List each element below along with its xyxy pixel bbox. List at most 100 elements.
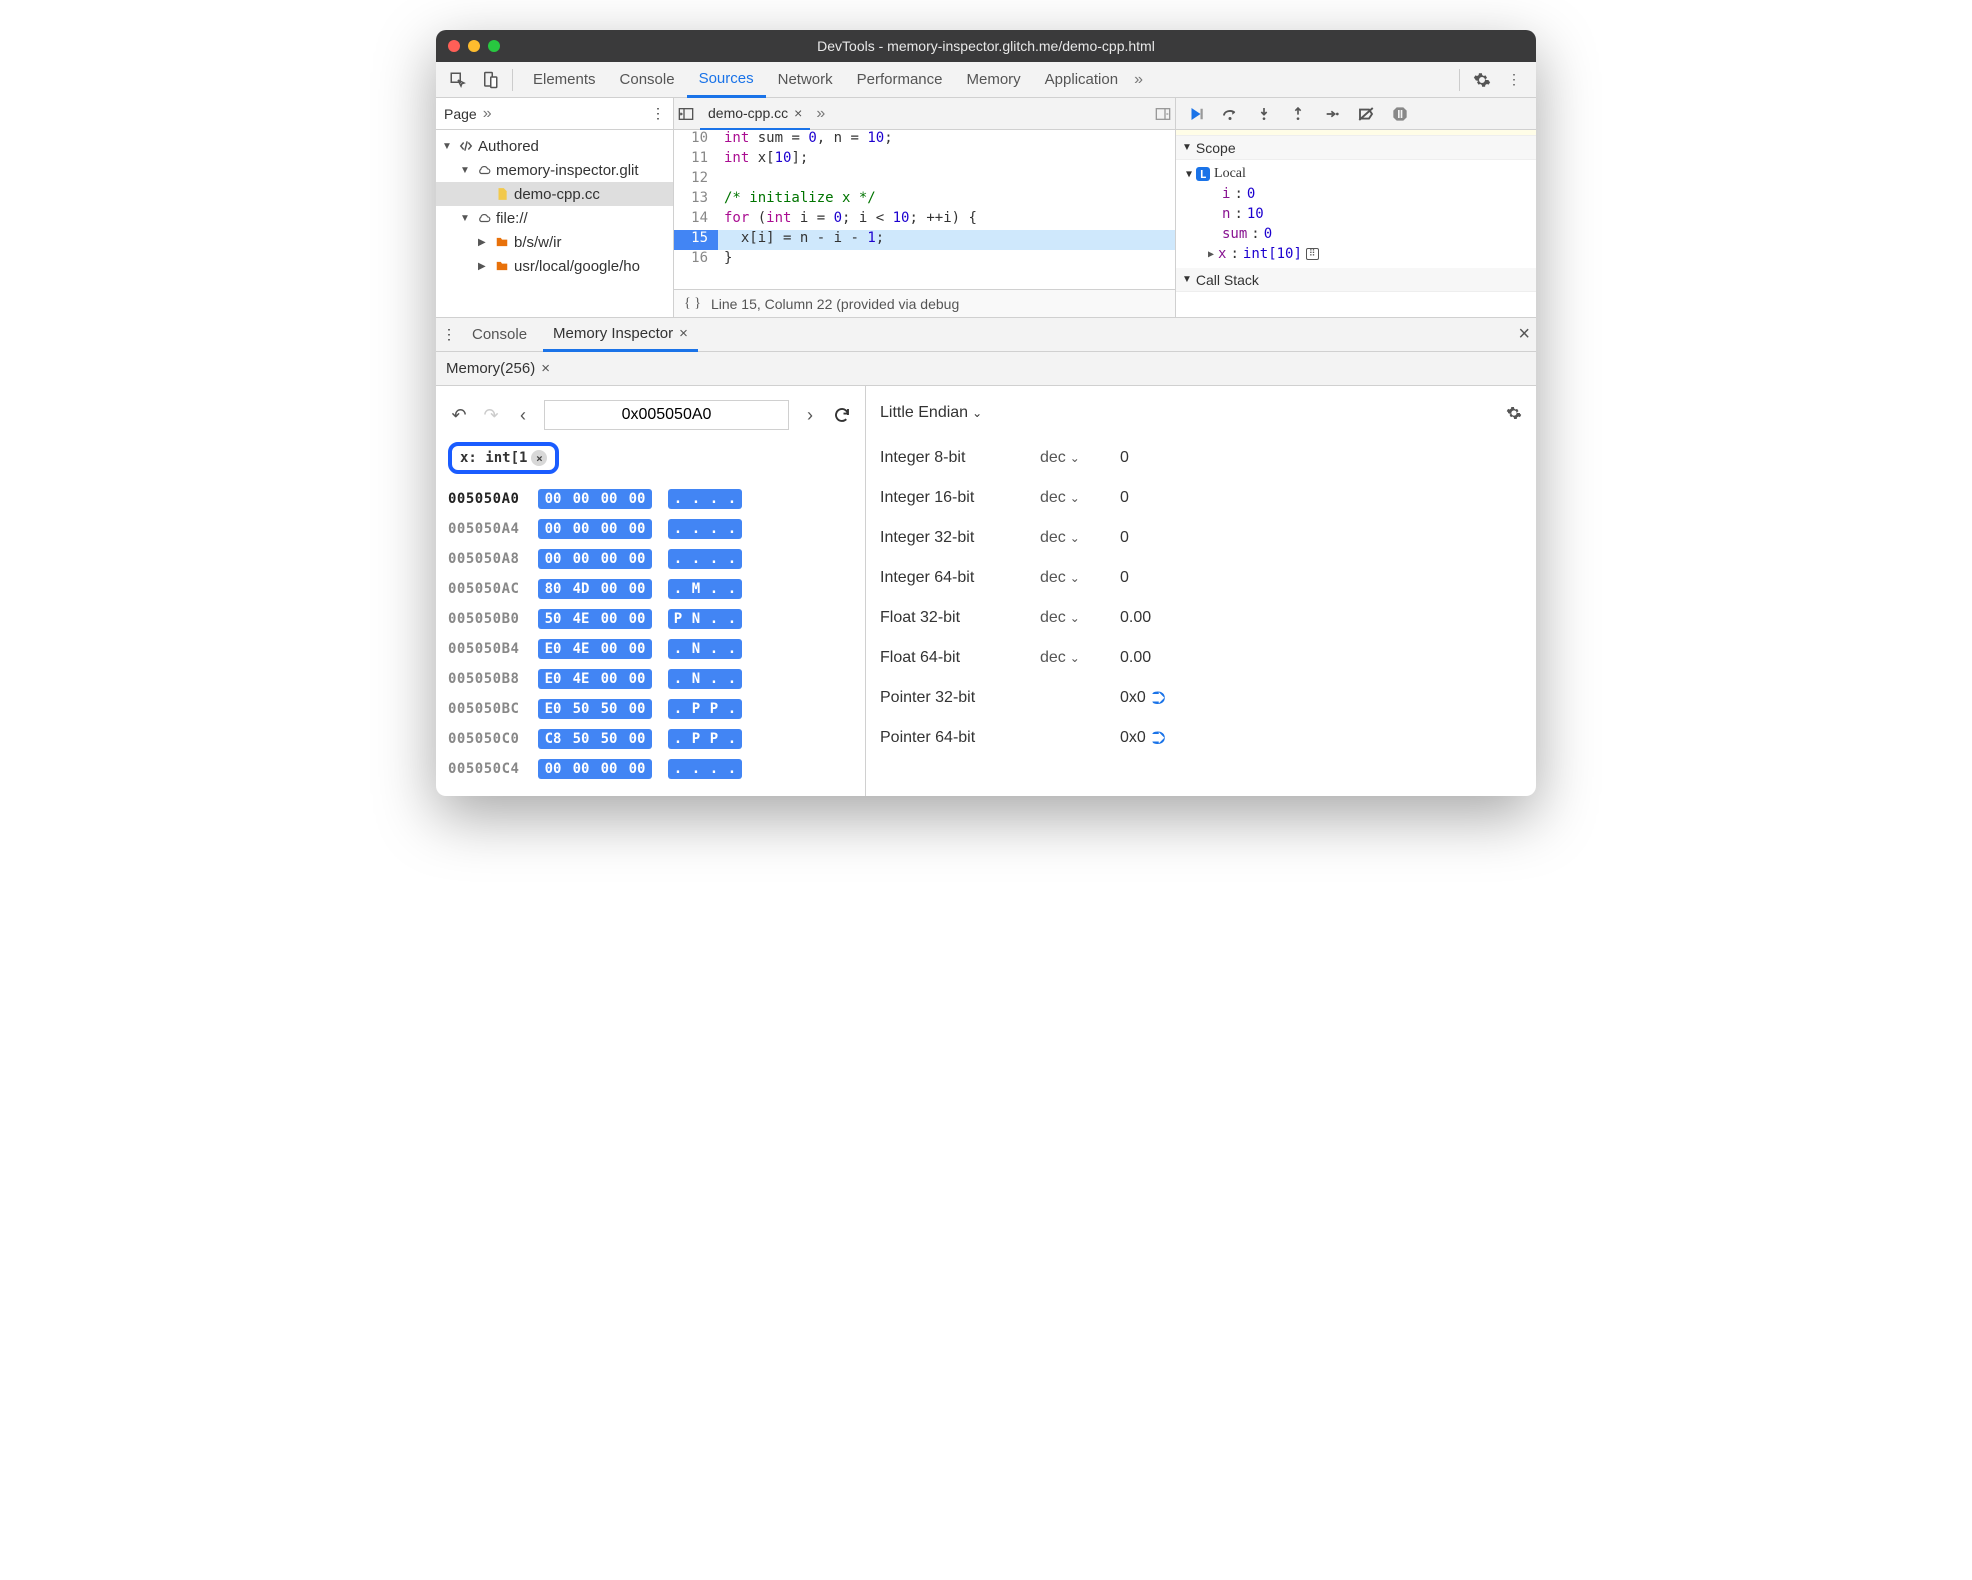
code-line[interactable]: 12 <box>674 170 1175 190</box>
step-out-button[interactable] <box>1288 104 1308 124</box>
close-tab-icon[interactable]: × <box>794 105 802 121</box>
tree-item[interactable]: ▶b/s/w/ir <box>436 230 673 254</box>
memory-inspector-body: ↶ ↷ ‹ › x: int[1 × 005050A000000000....0… <box>436 386 1536 796</box>
drawer-tab-console[interactable]: Console <box>462 318 537 352</box>
tab-performance[interactable]: Performance <box>845 62 955 98</box>
device-toggle-icon[interactable] <box>476 66 504 94</box>
memory-row[interactable]: 005050A400000000.... <box>448 514 853 544</box>
navigator-tab-page[interactable]: Page <box>444 106 477 122</box>
memory-row[interactable]: 005050B8E04E0000.N.. <box>448 664 853 694</box>
tree-item[interactable]: demo-cpp.cc <box>436 182 673 206</box>
scope-variable[interactable]: i: 0 <box>1186 184 1526 204</box>
remove-chip-icon[interactable]: × <box>531 450 547 466</box>
value-mode-selector[interactable]: dec⌄ <box>1040 449 1120 467</box>
drawer-menu-icon[interactable]: ⋮ <box>442 326 456 343</box>
scope-variable[interactable]: ▶x: int[10] ⠿ <box>1186 244 1526 264</box>
debugger-pane: ▼Scope ▼L Local i: 0n: 10sum: 0▶x: int[1… <box>1176 98 1536 317</box>
code-line[interactable]: 14for (int i = 0; i < 10; ++i) { <box>674 210 1175 230</box>
window-title: DevTools - memory-inspector.glitch.me/de… <box>436 38 1536 54</box>
drawer-tab-memory-inspector[interactable]: Memory Inspector × <box>543 318 698 352</box>
jump-to-address-icon[interactable]: ⮊ <box>1152 688 1166 709</box>
value-mode-selector[interactable]: dec⌄ <box>1040 489 1120 507</box>
close-memory-tab-icon[interactable]: × <box>541 360 550 377</box>
memory-row[interactable]: 005050AC804D0000.M.. <box>448 574 853 604</box>
pretty-print-icon[interactable]: { } <box>684 296 701 312</box>
file-tree: ▼Authored▼memory-inspector.glitdemo-cpp.… <box>436 130 673 317</box>
tree-item[interactable]: ▶usr/local/google/ho <box>436 254 673 278</box>
tree-item[interactable]: ▼Authored <box>436 134 673 158</box>
object-chip[interactable]: x: int[1 × <box>448 442 559 474</box>
address-next-button[interactable]: › <box>799 404 821 426</box>
history-back-button[interactable]: ↶ <box>448 404 470 426</box>
reveal-in-memory-icon[interactable]: ⠿ <box>1306 248 1319 260</box>
more-menu-icon[interactable]: ⋮ <box>1500 66 1528 94</box>
value-interpretation-row: Integer 8-bitdec⌄0 <box>880 438 1522 478</box>
chevron-down-icon: ⌄ <box>972 406 982 420</box>
scope-variable[interactable]: n: 10 <box>1186 204 1526 224</box>
memory-row[interactable]: 005050A800000000.... <box>448 544 853 574</box>
more-tabs-icon[interactable]: » <box>1134 71 1143 89</box>
drawer-tab-bar: ⋮ Console Memory Inspector × × <box>436 318 1536 352</box>
navigator-pane: Page » ⋮ ▼Authored▼memory-inspector.glit… <box>436 98 674 317</box>
address-input[interactable] <box>544 400 789 430</box>
tree-item[interactable]: ▼memory-inspector.glit <box>436 158 673 182</box>
navigator-menu-icon[interactable]: ⋮ <box>651 105 665 122</box>
tab-application[interactable]: Application <box>1033 62 1130 98</box>
close-drawer-icon[interactable]: × <box>1518 323 1530 346</box>
deactivate-breakpoints-button[interactable] <box>1356 104 1376 124</box>
callstack-section-header[interactable]: ▼Call Stack <box>1176 268 1536 292</box>
memory-row[interactable]: 005050A000000000.... <box>448 484 853 514</box>
pause-exceptions-button[interactable] <box>1390 104 1410 124</box>
value-interpretation-row: Pointer 64-bit0x0⮊ <box>880 718 1522 758</box>
address-prev-button[interactable]: ‹ <box>512 404 534 426</box>
tab-memory[interactable]: Memory <box>955 62 1033 98</box>
tab-network[interactable]: Network <box>766 62 845 98</box>
memory-row[interactable]: 005050B0504E0000PN.. <box>448 604 853 634</box>
value-mode-selector[interactable]: dec⌄ <box>1040 529 1120 547</box>
value-settings-icon[interactable] <box>1506 405 1522 421</box>
memory-row[interactable]: 005050C400000000.... <box>448 754 853 784</box>
resume-button[interactable] <box>1186 104 1206 124</box>
step-into-button[interactable] <box>1254 104 1274 124</box>
value-mode-selector[interactable]: dec⌄ <box>1040 649 1120 667</box>
titlebar: DevTools - memory-inspector.glitch.me/de… <box>436 30 1536 62</box>
toggle-navigator-icon[interactable] <box>678 106 694 122</box>
memory-row[interactable]: 005050C0C8505000.PP. <box>448 724 853 754</box>
main-tab-bar: ElementsConsoleSourcesNetworkPerformance… <box>436 62 1536 98</box>
code-editor[interactable]: 10int sum = 0, n = 10;11int x[10];1213/*… <box>674 130 1175 289</box>
value-interpretation-row: Float 64-bitdec⌄0.00 <box>880 638 1522 678</box>
step-button[interactable] <box>1322 104 1342 124</box>
code-line[interactable]: 16} <box>674 250 1175 270</box>
code-line[interactable]: 13/* initialize x */ <box>674 190 1175 210</box>
value-interpretation-row: Integer 64-bitdec⌄0 <box>880 558 1522 598</box>
history-forward-button[interactable]: ↷ <box>480 404 502 426</box>
code-line[interactable]: 11int x[10]; <box>674 150 1175 170</box>
scope-section-header[interactable]: ▼Scope <box>1176 136 1536 160</box>
endianness-selector[interactable]: Little Endian ⌄ <box>880 404 982 422</box>
step-over-button[interactable] <box>1220 104 1240 124</box>
more-editor-tabs[interactable]: » <box>816 105 825 123</box>
jump-to-address-icon[interactable]: ⮊ <box>1152 728 1166 749</box>
value-mode-selector[interactable]: dec⌄ <box>1040 569 1120 587</box>
tab-console[interactable]: Console <box>608 62 687 98</box>
tree-item[interactable]: ▼file:// <box>436 206 673 230</box>
tab-elements[interactable]: Elements <box>521 62 608 98</box>
code-line[interactable]: 10int sum = 0, n = 10; <box>674 130 1175 150</box>
memory-row[interactable]: 005050BCE0505000.PP. <box>448 694 853 724</box>
value-mode-selector[interactable]: dec⌄ <box>1040 609 1120 627</box>
memory-row[interactable]: 005050B4E04E0000.N.. <box>448 634 853 664</box>
toggle-debugger-icon[interactable] <box>1155 106 1171 122</box>
editor-status: Line 15, Column 22 (provided via debug <box>711 296 959 312</box>
close-drawer-tab-icon[interactable]: × <box>679 325 688 342</box>
code-line[interactable]: 15 x[i] = n - i - 1; <box>674 230 1175 250</box>
scope-local-header[interactable]: ▼L Local <box>1186 164 1526 184</box>
memory-tab[interactable]: Memory(256) × <box>446 360 550 377</box>
value-interpretation-row: Integer 16-bitdec⌄0 <box>880 478 1522 518</box>
scope-variable[interactable]: sum: 0 <box>1186 224 1526 244</box>
settings-icon[interactable] <box>1468 66 1496 94</box>
tab-sources[interactable]: Sources <box>687 62 766 98</box>
editor-tab[interactable]: demo-cpp.cc × <box>700 98 810 130</box>
refresh-button[interactable] <box>831 404 853 426</box>
more-navigator-tabs[interactable]: » <box>483 105 492 123</box>
inspect-element-icon[interactable] <box>444 66 472 94</box>
